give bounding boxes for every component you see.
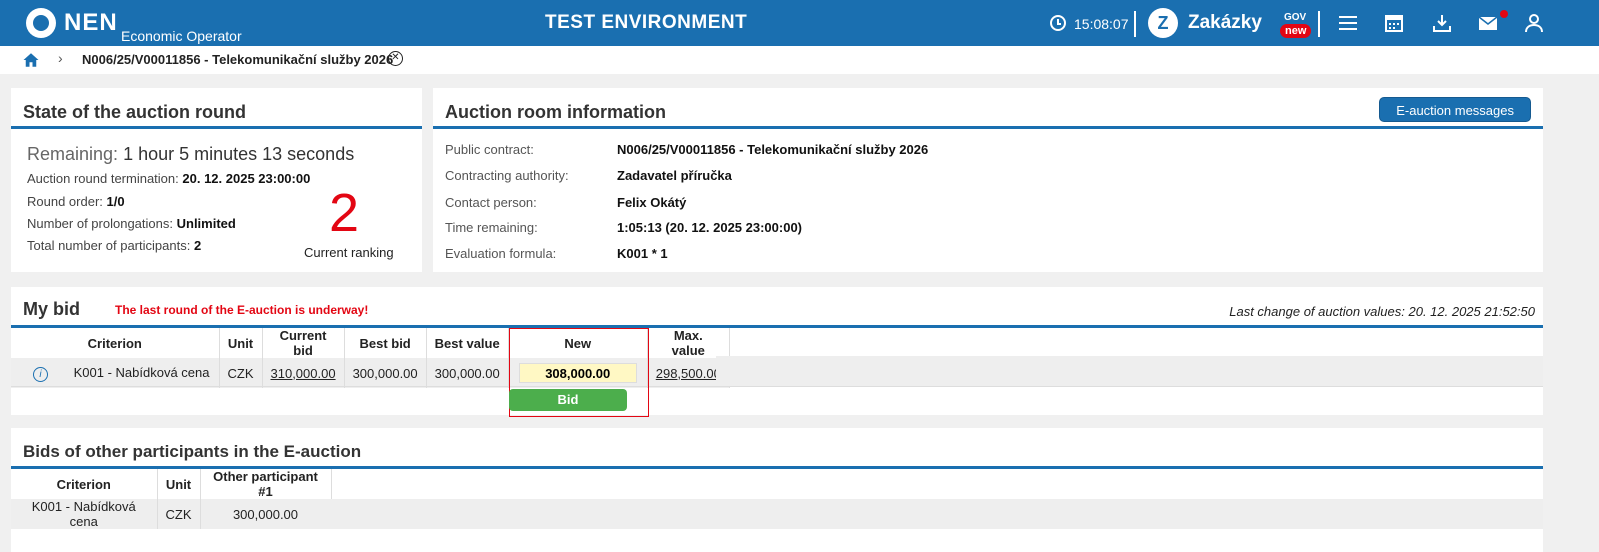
column-header-best-bid: Best bid bbox=[344, 328, 427, 358]
prolong-value: Unlimited bbox=[176, 216, 236, 231]
mail-icon[interactable] bbox=[1476, 11, 1500, 35]
zakazky-logo-icon[interactable]: Z bbox=[1148, 8, 1178, 38]
criterion-name: K001 - Nabídková cena bbox=[73, 364, 210, 380]
other-bids-panel: Bids of other participants in the E-auct… bbox=[11, 428, 1543, 552]
divider bbox=[1318, 11, 1320, 37]
criterion-cell: K001 - Nabídková cena bbox=[11, 499, 158, 529]
column-header-best-value: Best value bbox=[426, 328, 509, 358]
contact-person-label: Contact person: bbox=[445, 195, 537, 210]
column-header-max-value: Max. value bbox=[647, 328, 730, 358]
last-round-warning: The last round of the E-auction is under… bbox=[115, 303, 369, 317]
table-header-row: Criterion Unit Other participant #1 bbox=[11, 469, 332, 499]
row-fill bbox=[329, 499, 1543, 529]
new-bid-cell bbox=[508, 358, 648, 388]
column-header-criterion: Criterion bbox=[11, 469, 158, 499]
title-rule bbox=[11, 126, 422, 129]
best-value-cell: 300,000.00 bbox=[426, 358, 509, 388]
termination-value: 20. 12. 2025 23:00:00 bbox=[182, 171, 311, 186]
participants-label: Total number of participants: bbox=[27, 238, 191, 253]
other-bids-title: Bids of other participants in the E-auct… bbox=[23, 442, 362, 461]
row-divider bbox=[11, 386, 1543, 387]
last-change-info: Last change of auction values: 20. 12. 2… bbox=[1229, 304, 1535, 319]
bid-button[interactable]: Bid bbox=[509, 389, 627, 411]
current-bid-link[interactable]: 310,000.00 bbox=[262, 358, 345, 388]
nen-logo-icon bbox=[26, 8, 56, 38]
gov-label: GOV bbox=[1284, 12, 1307, 23]
time-remaining-value: 1:05:13 (20. 12. 2025 23:00:00) bbox=[617, 220, 803, 235]
public-contract-label: Public contract: bbox=[445, 142, 534, 157]
round-line: Round order: 1/0 bbox=[27, 194, 125, 209]
new-bid-input[interactable] bbox=[518, 363, 637, 383]
table-row: i K001 - Nabídková cena CZK 310,000.00 3… bbox=[11, 358, 730, 388]
table-row: K001 - Nabídková cena CZK 300,000.00 bbox=[11, 499, 332, 529]
column-header-new: New bbox=[508, 328, 648, 358]
logo-subtitle: Economic Operator bbox=[121, 28, 242, 44]
evaluation-formula-label: Evaluation formula: bbox=[445, 246, 557, 261]
breadcrumb-current[interactable]: N006/25/V00011856 - Telekomunikační služ… bbox=[82, 52, 393, 67]
row-fill bbox=[716, 356, 1543, 386]
public-contract-value: N006/25/V00011856 - Telekomunikační služ… bbox=[617, 142, 929, 157]
my-bid-panel: My bid The last round of the E-auction i… bbox=[11, 287, 1543, 417]
remaining-time: Remaining: 1 hour 5 minutes 13 seconds bbox=[27, 144, 354, 165]
my-bid-table: Criterion Unit Current bid Best bid Best… bbox=[11, 328, 730, 388]
evaluation-formula-value: K001 * 1 bbox=[617, 246, 668, 261]
title-rule bbox=[433, 126, 1543, 129]
column-header-participant-1: Other participant #1 bbox=[200, 469, 332, 499]
criterion-cell: i K001 - Nabídková cena bbox=[11, 358, 220, 388]
menu-icon[interactable] bbox=[1336, 11, 1360, 35]
contracting-authority-value: Zadavatel příručka bbox=[617, 168, 732, 183]
round-label: Round order: bbox=[27, 194, 103, 209]
participants-line: Total number of participants: 2 bbox=[27, 238, 201, 253]
column-header-current-bid: Current bid bbox=[262, 328, 345, 358]
chevron-right-icon: › bbox=[58, 50, 63, 66]
column-header-unit: Unit bbox=[157, 469, 201, 499]
current-ranking-value: 2 bbox=[329, 183, 360, 243]
prolong-line: Number of prolongations: Unlimited bbox=[27, 216, 236, 231]
remaining-label: Remaining: bbox=[27, 144, 119, 164]
time-remaining-label: Time remaining: bbox=[445, 220, 538, 235]
participant-1-cell: 300,000.00 bbox=[200, 499, 332, 529]
home-icon[interactable] bbox=[22, 51, 40, 69]
best-bid-cell: 300,000.00 bbox=[344, 358, 427, 388]
session-time: 15:08:07 bbox=[1074, 16, 1129, 32]
logo-name: NEN bbox=[64, 9, 118, 36]
state-panel: State of the auction round Remaining: 1 … bbox=[11, 88, 422, 272]
current-ranking-label: Current ranking bbox=[304, 245, 394, 260]
e-auction-messages-button[interactable]: E-auction messages bbox=[1379, 97, 1531, 122]
user-icon[interactable] bbox=[1522, 11, 1546, 35]
zakazky-link[interactable]: Zakázky bbox=[1188, 12, 1262, 34]
state-panel-title: State of the auction round bbox=[23, 102, 246, 122]
column-header-unit: Unit bbox=[219, 328, 263, 358]
round-value: 1/0 bbox=[106, 194, 125, 209]
remaining-value: 1 hour 5 minutes 13 seconds bbox=[123, 144, 355, 164]
new-badge: new bbox=[1280, 24, 1312, 38]
prolong-label: Number of prolongations: bbox=[27, 216, 173, 231]
termination-label: Auction round termination: bbox=[27, 171, 179, 186]
clock-icon bbox=[1050, 15, 1066, 31]
table-header-row: Criterion Unit Current bid Best bid Best… bbox=[11, 328, 730, 358]
room-info-panel: Auction room information E-auction messa… bbox=[433, 88, 1543, 272]
divider bbox=[1134, 11, 1136, 37]
download-icon[interactable] bbox=[1430, 11, 1454, 35]
termination-line: Auction round termination: 20. 12. 2025 … bbox=[27, 171, 310, 186]
unit-cell: CZK bbox=[219, 358, 263, 388]
top-bar: NEN Economic Operator TEST ENVIRONMENT 1… bbox=[0, 0, 1599, 46]
breadcrumb: › N006/25/V00011856 - Telekomunikační sl… bbox=[0, 46, 1599, 74]
contact-person-value: Felix Okátý bbox=[617, 195, 687, 210]
room-info-title: Auction room information bbox=[445, 102, 666, 122]
environment-label: TEST ENVIRONMENT bbox=[545, 12, 748, 33]
info-icon[interactable]: i bbox=[33, 366, 48, 382]
notification-dot bbox=[1500, 10, 1508, 18]
unit-cell: CZK bbox=[157, 499, 201, 529]
calendar-icon[interactable] bbox=[1382, 11, 1406, 35]
participants-value: 2 bbox=[193, 238, 202, 253]
close-icon[interactable]: ✕ bbox=[388, 51, 403, 66]
contracting-authority-label: Contracting authority: bbox=[445, 168, 569, 183]
my-bid-title: My bid bbox=[23, 299, 80, 319]
column-header-criterion: Criterion bbox=[11, 328, 220, 358]
other-bids-table: Criterion Unit Other participant #1 K001… bbox=[11, 469, 332, 529]
